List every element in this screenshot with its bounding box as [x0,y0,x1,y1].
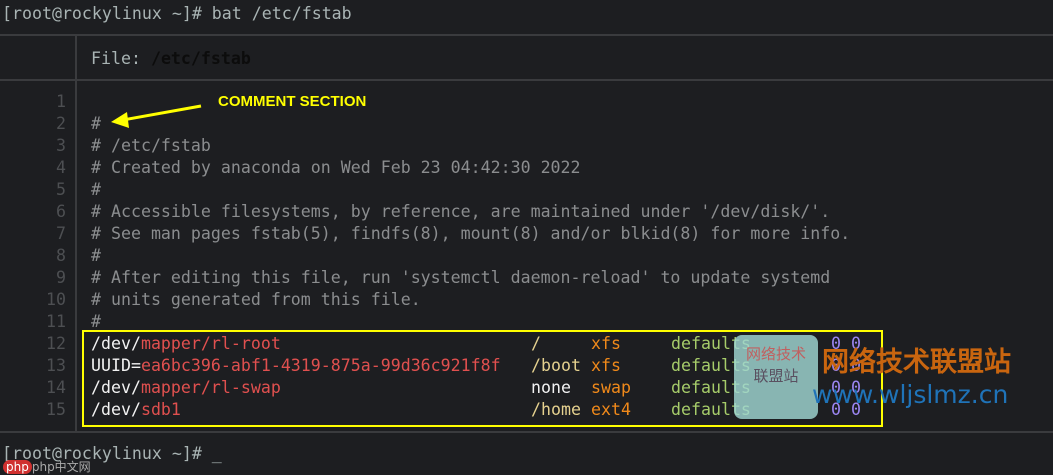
gutter-divider [75,35,77,432]
line-number: 5 [56,180,66,199]
comment-line: # After editing this file, run 'systemct… [91,268,831,287]
comment-line: # units generated from this file. [91,290,421,309]
corner-logo: php php中文网 [3,458,91,475]
line-number: 11 [46,312,66,331]
comment-line: # [91,114,101,133]
comment-line: # [91,246,101,265]
divider [0,79,1053,81]
watermark-text: 网络技术 [745,345,806,363]
comment-line: # /etc/fstab [91,136,211,155]
line-number: 15 [46,400,66,419]
line-number: 8 [56,246,66,265]
comment-line: # See man pages fstab(5), findfs(8), mou… [91,224,851,243]
watermark-box: 网络技术 联盟站 [734,335,818,419]
divider [0,431,1053,433]
line-number: 2 [56,114,66,133]
watermark-site-name: 网络技术联盟站 [822,347,1011,378]
line-number: 10 [46,290,66,309]
comment-line: # [91,180,101,199]
line-number: 1 [56,92,66,111]
divider [0,34,1053,36]
line-number: 13 [46,356,66,375]
comment-line: # Accessible filesystems, by reference, … [91,202,831,221]
watermark-url: www.wljslmz.cn [812,380,1009,409]
line-number: 7 [56,224,66,243]
line-number: 9 [56,268,66,287]
line-number: 12 [46,334,66,353]
arrow-icon [111,104,202,128]
file-header: File: /etc/fstab [91,49,251,68]
prompt: [root@rockylinux ~]# [2,4,212,23]
annotation-label: COMMENT SECTION [218,93,367,110]
command-text: bat /etc/fstab [211,4,352,23]
cursor: _ [211,444,222,463]
file-label: File: [91,49,151,68]
comment-line: # Created by anaconda on Wed Feb 23 04:4… [91,158,581,177]
file-name: /etc/fstab [150,49,251,68]
line-number: 14 [46,378,66,397]
line-number: 4 [56,158,66,177]
watermark-text: 联盟站 [753,367,799,385]
line-number: 6 [56,202,66,221]
command-line: [root@rockylinux ~]# bat /etc/fstab [2,4,352,23]
corner-logo-text: php中文网 [31,460,91,474]
line-number: 3 [56,136,66,155]
